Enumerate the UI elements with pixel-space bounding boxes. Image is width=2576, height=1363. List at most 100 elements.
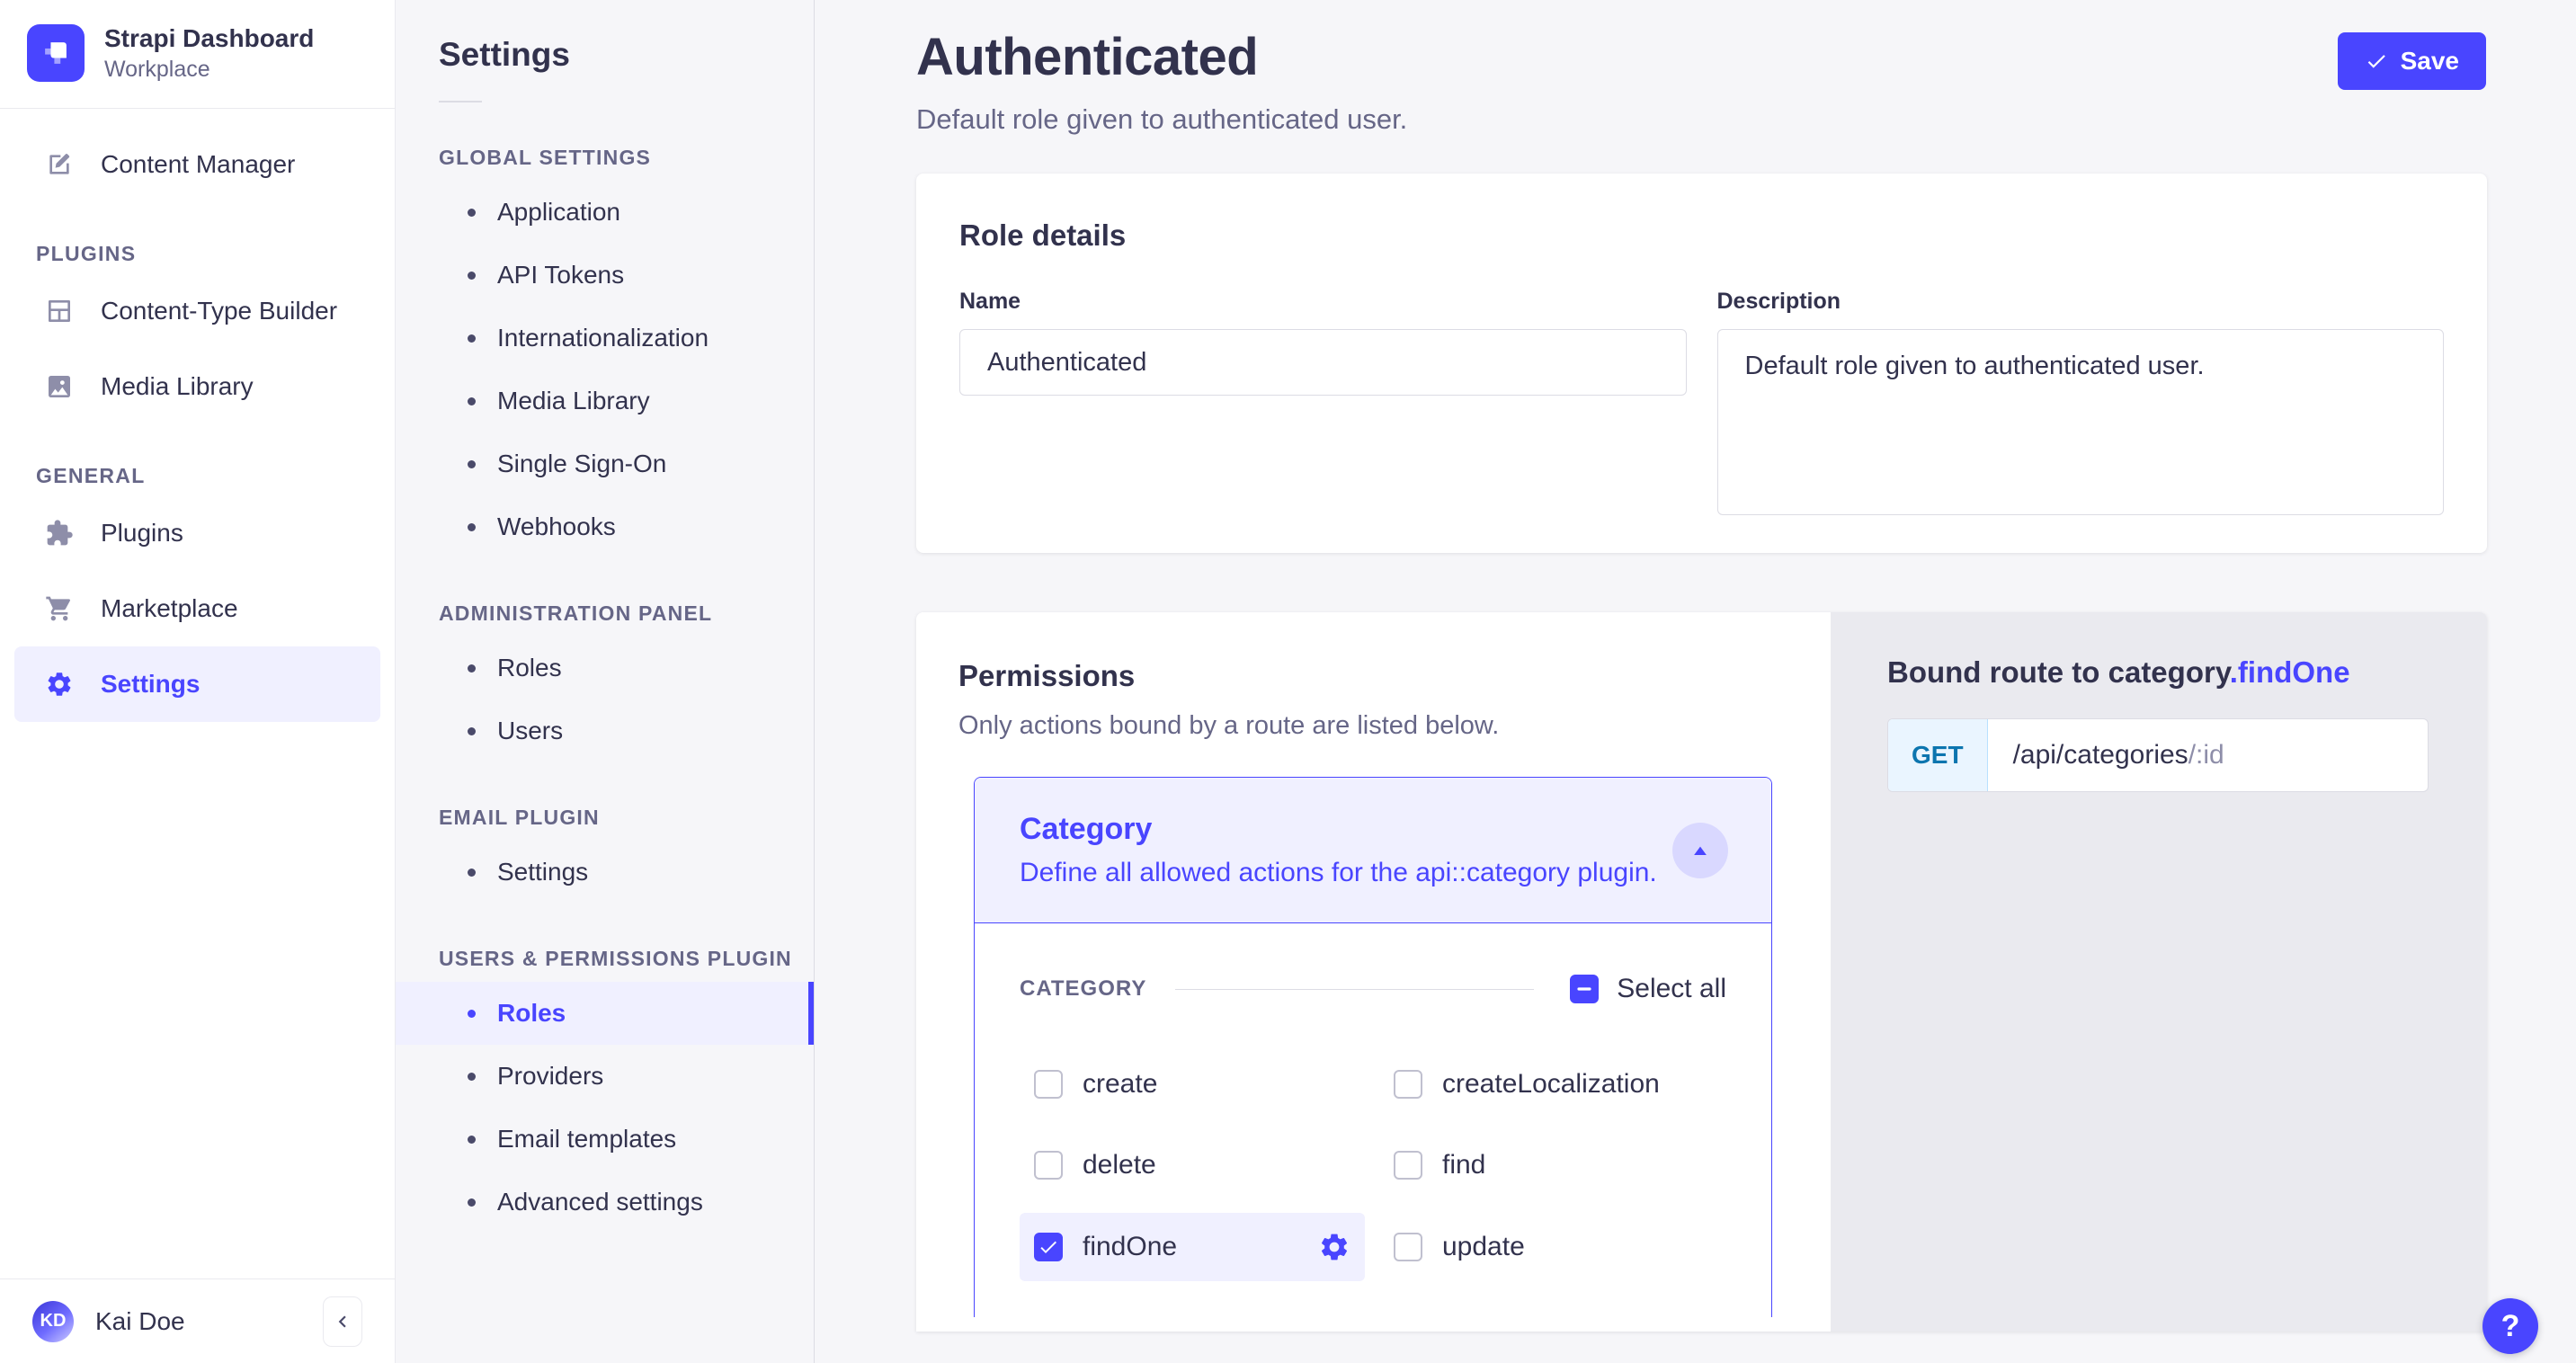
- subnav-item-single-sign-on[interactable]: Single Sign-On: [396, 432, 814, 495]
- bullet-icon: [468, 869, 476, 877]
- category-group-label: CATEGORY: [1020, 976, 1146, 1002]
- bullet-icon: [468, 397, 476, 405]
- gear-icon: [1318, 1231, 1350, 1263]
- http-method-badge: GET: [1888, 719, 1988, 791]
- subnav-item-internationalization[interactable]: Internationalization: [396, 307, 814, 370]
- collapse-accordion-button[interactable]: [1672, 823, 1728, 878]
- collapse-sidebar-button[interactable]: [323, 1296, 362, 1347]
- sidebar-item-settings[interactable]: Settings: [14, 646, 380, 722]
- workspace-switcher[interactable]: Strapi Dashboard Workplace: [0, 0, 395, 108]
- gear-icon: [45, 670, 74, 699]
- permission-checkbox-findOne[interactable]: findOne: [1020, 1213, 1365, 1281]
- bullet-icon: [468, 1136, 476, 1144]
- permissions-subtitle: Only actions bound by a route are listed…: [958, 711, 1772, 741]
- subnav-item-application[interactable]: Application: [396, 181, 814, 244]
- role-details-title: Role details: [959, 218, 2444, 253]
- permission-checkbox-create[interactable]: create: [1020, 1051, 1365, 1118]
- bullet-icon: [468, 460, 476, 468]
- role-details-card: Role details Name Description Default ro…: [916, 174, 2487, 553]
- select-all-label: Select all: [1617, 974, 1726, 1004]
- permission-checkbox-createLocalization[interactable]: createLocalization: [1379, 1051, 1725, 1118]
- sidebar-item-label: Settings: [101, 670, 200, 699]
- checkbox-checked[interactable]: [1034, 1233, 1063, 1261]
- name-label: Name: [959, 289, 1687, 315]
- group-divider: [1175, 989, 1534, 990]
- checkbox[interactable]: [1394, 1070, 1422, 1099]
- role-description-textarea[interactable]: Default role given to authenticated user…: [1717, 329, 2445, 515]
- route-path-param: /:id: [2188, 740, 2224, 771]
- save-button[interactable]: Save: [2338, 32, 2486, 90]
- bullet-icon: [468, 272, 476, 280]
- check-icon: [1038, 1236, 1059, 1258]
- subnav-item-advanced-settings[interactable]: Advanced settings: [396, 1171, 814, 1234]
- cart-icon: [45, 594, 74, 623]
- sidebar-item-label: Media Library: [101, 372, 254, 401]
- category-accordion-header[interactable]: Category Define all allowed actions for …: [975, 778, 1771, 923]
- permissions-title: Permissions: [958, 659, 1772, 693]
- image-icon: [45, 372, 74, 401]
- settings-subnav: Settings GLOBAL SETTINGS Application API…: [396, 0, 815, 1363]
- sidebar-section-general: GENERAL: [36, 464, 395, 488]
- sidebar-item-label: Plugins: [101, 519, 183, 548]
- checkbox[interactable]: [1394, 1151, 1422, 1180]
- app-title: Strapi Dashboard: [104, 23, 314, 54]
- triangle-up-icon: [1687, 837, 1714, 864]
- bullet-icon: [468, 1010, 476, 1018]
- user-avatar: KD: [32, 1301, 74, 1342]
- checkbox[interactable]: [1034, 1151, 1063, 1180]
- checkbox[interactable]: [1394, 1233, 1422, 1261]
- bullet-icon: [468, 523, 476, 531]
- sidebar-item-content-type-builder[interactable]: Content-Type Builder: [0, 273, 395, 349]
- permission-checkbox-find[interactable]: find: [1379, 1132, 1725, 1198]
- category-accordion: Category Define all allowed actions for …: [974, 777, 1772, 1317]
- permission-checkbox-delete[interactable]: delete: [1020, 1132, 1365, 1198]
- sidebar-item-media-library[interactable]: Media Library: [0, 349, 395, 424]
- subnav-item-up-roles[interactable]: Roles: [396, 982, 814, 1045]
- subnav-item-email-settings[interactable]: Settings: [396, 841, 814, 904]
- bullet-icon: [468, 1073, 476, 1081]
- subnav-item-api-tokens[interactable]: API Tokens: [396, 244, 814, 307]
- help-button[interactable]: ?: [2482, 1298, 2538, 1354]
- page-header: Authenticated Default role given to auth…: [815, 0, 2576, 136]
- check-icon: [2365, 49, 2388, 73]
- role-name-input[interactable]: [959, 329, 1687, 396]
- subnav-divider: [439, 101, 482, 102]
- subnav-section-users-permissions-plugin: USERS & PERMISSIONS PLUGIN: [439, 947, 814, 971]
- subnav-item-media-library[interactable]: Media Library: [396, 370, 814, 432]
- accordion-subtitle: Define all allowed actions for the api::…: [1020, 858, 1657, 888]
- bound-route-action: .findOne: [2230, 655, 2350, 689]
- description-label: Description: [1717, 289, 2445, 315]
- checkbox[interactable]: [1034, 1070, 1063, 1099]
- accordion-title: Category: [1020, 812, 1657, 847]
- route-display: GET /api/categories/:id: [1887, 718, 2429, 792]
- subnav-item-admin-roles[interactable]: Roles: [396, 637, 814, 699]
- subnav-item-providers[interactable]: Providers: [396, 1045, 814, 1108]
- permissions-card: Permissions Only actions bound by a rout…: [916, 612, 1831, 1332]
- sidebar-item-content-manager[interactable]: Content Manager: [0, 127, 395, 202]
- bullet-icon: [468, 664, 476, 673]
- main-sidebar: Strapi Dashboard Workplace Content Manag…: [0, 0, 396, 1363]
- bound-route-panel: Bound route to category.findOne GET /api…: [1831, 612, 2487, 1332]
- page-title: Authenticated: [916, 27, 1407, 87]
- configure-findOne-button[interactable]: [1318, 1231, 1350, 1263]
- category-accordion-body: CATEGORY Select all: [975, 923, 1771, 1317]
- subnav-item-admin-users[interactable]: Users: [396, 699, 814, 762]
- subnav-item-email-templates[interactable]: Email templates: [396, 1108, 814, 1171]
- subnav-item-webhooks[interactable]: Webhooks: [396, 495, 814, 558]
- minus-icon: [1573, 977, 1596, 1001]
- layout-grid-icon: [45, 297, 74, 325]
- sidebar-item-label: Marketplace: [101, 594, 238, 623]
- permission-checkbox-update[interactable]: update: [1379, 1213, 1725, 1281]
- active-indicator: [808, 982, 814, 1045]
- main-content: Authenticated Default role given to auth…: [815, 0, 2576, 1363]
- sidebar-item-label: Content-Type Builder: [101, 297, 337, 325]
- bullet-icon: [468, 727, 476, 735]
- select-all-control[interactable]: Select all: [1570, 974, 1726, 1004]
- permissions-section: Permissions Only actions bound by a rout…: [916, 612, 2487, 1332]
- sidebar-item-marketplace[interactable]: Marketplace: [0, 571, 395, 646]
- sidebar-item-label: Content Manager: [101, 150, 295, 179]
- sidebar-item-plugins[interactable]: Plugins: [0, 495, 395, 571]
- bullet-icon: [468, 1198, 476, 1207]
- route-path: /api/categories/:id: [1988, 719, 2250, 791]
- select-all-checkbox[interactable]: [1570, 975, 1599, 1003]
